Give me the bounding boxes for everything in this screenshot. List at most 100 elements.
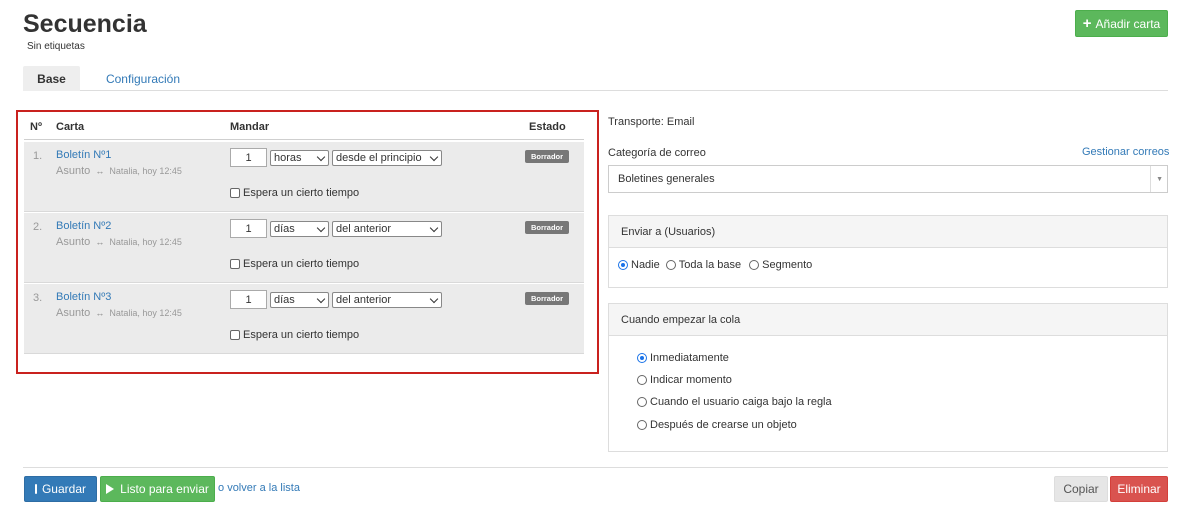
wait-label: Espera un cierto tiempo	[243, 258, 360, 270]
card-author-time: Natalia, hoy 12:45	[109, 166, 182, 176]
delay-from-value: desde el principio	[336, 152, 422, 164]
radio-rule-match[interactable]: Cuando el usuario caiga bajo la regla	[637, 396, 832, 408]
radio-button[interactable]	[749, 260, 760, 270]
delete-button[interactable]: Eliminar	[1110, 476, 1168, 502]
queue-start-title: Cuando empezar la cola	[609, 304, 1167, 336]
column-status: Estado	[529, 121, 566, 133]
delay-amount-input[interactable]: 1	[230, 290, 267, 309]
send-to-options: Nadie Toda la base Segmento	[618, 259, 812, 271]
radio-button[interactable]	[665, 260, 676, 270]
tab-bar: Base Configuración	[23, 66, 1168, 91]
radio-set-moment[interactable]: Indicar momento	[637, 374, 732, 386]
radio-nobody[interactable]: Nadie	[618, 259, 660, 271]
chevron-down-icon	[316, 294, 326, 304]
back-to-list-link[interactable]: volver a la lista	[227, 482, 300, 494]
ready-label: Listo para enviar	[120, 482, 209, 496]
column-card: Carta	[56, 121, 85, 133]
delay-from-select[interactable]: del anterior	[332, 292, 442, 308]
chevron-down-icon	[429, 294, 439, 304]
card-subject: Asunto	[56, 236, 91, 248]
delay-amount-input[interactable]: 1	[230, 148, 267, 167]
transport-text: Transporte: Email	[608, 116, 695, 128]
delay-from-select[interactable]: desde el principio	[332, 150, 442, 166]
wait-checkbox-row[interactable]: Espera un cierto tiempo	[230, 329, 359, 341]
save-button[interactable]: Guardar	[24, 476, 97, 502]
card-meta: Asunto ↔ Natalia, hoy 12:45	[56, 307, 182, 319]
eye-icon[interactable]: ↔	[95, 237, 104, 247]
radio-label: Inmediatamente	[650, 352, 729, 364]
table-row: 3. Boletín Nº3 Asunto ↔ Natalia, hoy 12:…	[24, 284, 584, 354]
card-author-time: Natalia, hoy 12:45	[109, 237, 182, 247]
page-tags[interactable]: Sin etiquetas	[27, 41, 85, 52]
delay-unit-value: días	[274, 294, 295, 306]
radio-button[interactable]	[637, 353, 647, 363]
radio-label: Segmento	[762, 259, 813, 271]
radio-label: Nadie	[631, 259, 660, 271]
radio-button[interactable]	[618, 260, 628, 270]
row-number: 3.	[33, 292, 43, 304]
delay-unit-select[interactable]: días	[270, 221, 329, 237]
radio-label: Toda la base	[678, 259, 742, 271]
wait-checkbox-row[interactable]: Espera un cierto tiempo	[230, 258, 359, 270]
card-title-link[interactable]: Boletín Nº1	[56, 149, 111, 161]
ready-to-send-button[interactable]: Listo para enviar	[100, 476, 215, 502]
radio-button[interactable]	[637, 375, 647, 385]
footer-divider	[23, 467, 1168, 468]
radio-button[interactable]	[637, 420, 647, 430]
card-subject: Asunto	[56, 165, 91, 177]
delay-amount-input[interactable]: 1	[230, 219, 267, 238]
delay-from-select[interactable]: del anterior	[332, 221, 442, 237]
chevron-down-icon	[316, 223, 326, 233]
delay-unit-value: días	[274, 223, 295, 235]
chevron-down-icon: ▼	[1156, 176, 1163, 183]
chevron-down-icon	[316, 152, 326, 162]
radio-button[interactable]	[637, 397, 647, 407]
delay-unit-select[interactable]: días	[270, 292, 329, 308]
page-title: Secuencia	[23, 10, 147, 38]
radio-label: Después de crearse un objeto	[650, 419, 797, 431]
row-number: 2.	[33, 221, 43, 233]
tab-configuration[interactable]: Configuración	[103, 66, 183, 91]
wait-label: Espera un cierto tiempo	[243, 187, 360, 199]
card-title-link[interactable]: Boletín Nº3	[56, 291, 111, 303]
radio-whole-base[interactable]: Toda la base	[665, 259, 742, 271]
back-prefix: o	[218, 482, 225, 494]
chevron-down-icon	[429, 223, 439, 233]
wait-checkbox[interactable]	[230, 188, 240, 198]
eye-icon[interactable]: ↔	[95, 166, 104, 176]
radio-immediately[interactable]: Inmediatamente	[637, 352, 729, 364]
card-title-link[interactable]: Boletín Nº2	[56, 220, 111, 232]
copy-button[interactable]: Copiar	[1054, 476, 1108, 502]
card-author-time: Natalia, hoy 12:45	[109, 308, 182, 318]
delay-from-value: del anterior	[336, 223, 392, 235]
send-to-title: Enviar a (Usuarios)	[609, 216, 1167, 248]
add-card-label: Añadir carta	[1095, 16, 1161, 31]
add-card-button[interactable]: + Añadir carta	[1075, 10, 1168, 37]
status-badge: Borrador	[525, 292, 569, 305]
select-divider	[1150, 166, 1151, 192]
status-badge: Borrador	[525, 221, 569, 234]
radio-label: Cuando el usuario caiga bajo la regla	[650, 396, 832, 408]
wait-checkbox[interactable]	[230, 330, 240, 340]
category-label: Categoría de correo	[608, 147, 706, 159]
play-icon	[106, 484, 115, 494]
radio-object-created[interactable]: Después de crearse un objeto	[637, 419, 797, 431]
wait-checkbox-row[interactable]: Espera un cierto tiempo	[230, 187, 359, 199]
back-to-list: o volver a la lista	[218, 482, 300, 494]
tab-base[interactable]: Base	[23, 66, 80, 91]
card-meta: Asunto ↔ Natalia, hoy 12:45	[56, 236, 182, 248]
category-select[interactable]: Boletines generales ▼	[608, 165, 1168, 193]
sequence-table-header: Nº Carta Mandar Estado	[24, 116, 584, 140]
category-value: Boletines generales	[618, 173, 715, 185]
chevron-down-icon	[429, 152, 439, 162]
wait-label: Espera un cierto tiempo	[243, 329, 360, 341]
wait-checkbox[interactable]	[230, 259, 240, 269]
eye-icon[interactable]: ↔	[95, 308, 104, 318]
status-badge: Borrador	[525, 150, 569, 163]
floppy-disk-icon	[35, 484, 43, 494]
plus-icon: +	[1082, 15, 1092, 32]
manage-emails-link[interactable]: Gestionar correos	[1082, 146, 1169, 158]
radio-segment[interactable]: Segmento	[749, 259, 812, 271]
delay-unit-select[interactable]: horas	[270, 150, 329, 166]
card-subject: Asunto	[56, 307, 91, 319]
